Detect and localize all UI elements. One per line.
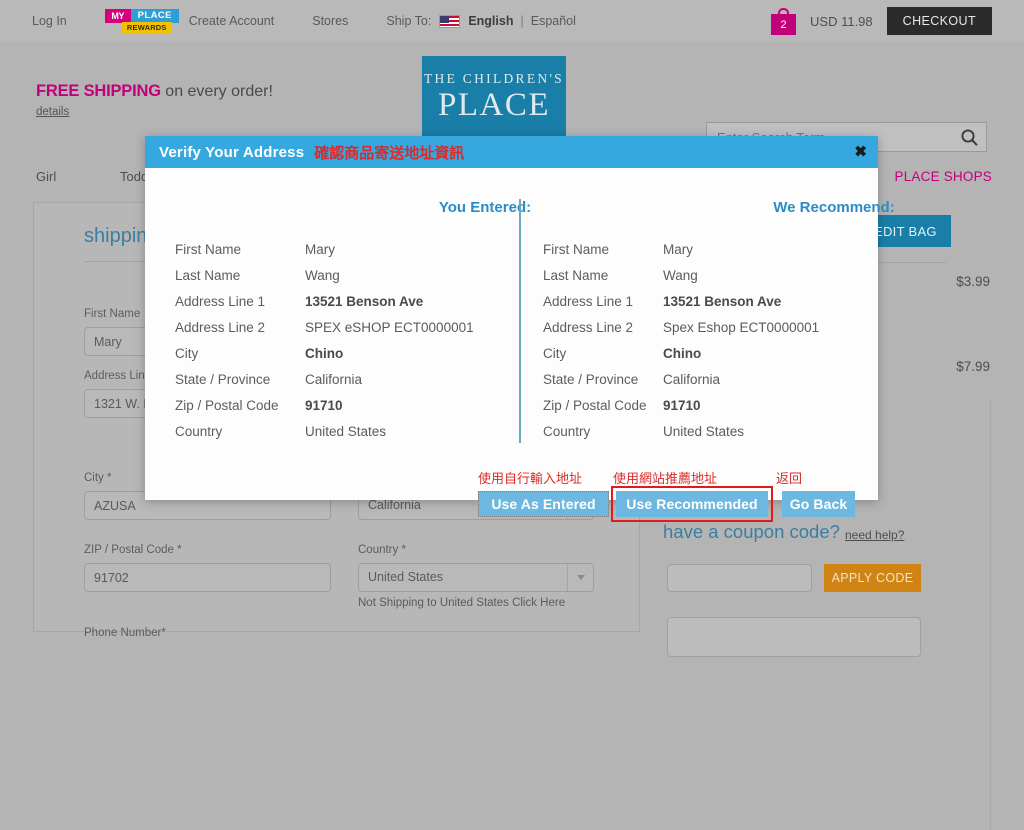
address-label-entered-1: Last Name <box>175 268 241 283</box>
modal-header: Verify Your Address 確認商品寄送地址資訊 ✖ <box>145 136 878 168</box>
address-value-recommended-0: Mary <box>663 242 693 257</box>
address-label-recommended-3: Address Line 2 <box>543 320 634 335</box>
address-value-recommended-3: Spex Eshop ECT0000001 <box>663 320 820 335</box>
coupon-title: have a coupon code? <box>663 521 840 542</box>
annotation-use-as-entered: 使用自行輸入地址 <box>478 471 583 486</box>
nav-item-place-shops[interactable]: PLACE SHOPS <box>895 169 993 184</box>
rail-divider-line <box>868 262 946 263</box>
address-value-recommended-1: Wang <box>663 268 698 283</box>
go-back-button[interactable]: Go Back <box>782 491 855 517</box>
city-label: City * <box>84 472 112 484</box>
address-label-entered-5: State / Province <box>175 372 271 387</box>
details-link[interactable]: details <box>36 106 69 118</box>
bag-item-count: 2 <box>780 18 787 31</box>
site-logo[interactable]: THE CHILDREN'S PLACE <box>422 56 566 136</box>
address-label-entered-3: Address Line 2 <box>175 320 266 335</box>
rewards-logo-my: MY <box>104 8 131 23</box>
free-shipping-rest: on every order! <box>160 83 273 100</box>
address-label-recommended-1: Last Name <box>543 268 609 283</box>
first-name-label: First Name <box>84 308 141 320</box>
modal-title-chinese: 確認商品寄送地址資訊 <box>314 144 465 162</box>
annotation-go-back: 返回 <box>776 471 803 486</box>
use-as-entered-button[interactable]: Use As Entered <box>478 491 609 517</box>
zip-label: ZIP / Postal Code * <box>84 544 182 556</box>
address-value-entered-6: 91710 <box>305 398 343 413</box>
address-value-entered-2: 13521 Benson Ave <box>305 294 424 309</box>
language-english[interactable]: English <box>468 14 513 28</box>
stores-link[interactable]: Stores <box>312 14 348 28</box>
address-label-entered-0: First Name <box>175 242 242 257</box>
my-place-rewards-logo[interactable]: MY PLACE REWARDS <box>104 8 179 34</box>
shopping-bag-icon[interactable]: 2 <box>771 7 797 35</box>
address-label-recommended-0: First Name <box>543 242 610 257</box>
magnifier-icon[interactable] <box>952 123 986 151</box>
address-value-entered-1: Wang <box>305 268 340 283</box>
address-label-entered-7: Country <box>175 424 223 439</box>
logo-line-2: PLACE <box>437 86 550 123</box>
address-line-1-label: Address Lin <box>84 370 145 382</box>
close-icon[interactable]: ✖ <box>854 145 867 160</box>
address-value-entered-4: Chino <box>305 346 344 361</box>
nav-item-girl[interactable]: Girl <box>36 169 56 184</box>
address-value-entered-0: Mary <box>305 242 335 257</box>
checkout-button[interactable]: CHECKOUT <box>886 7 992 35</box>
address-value-recommended-6: 91710 <box>663 398 701 413</box>
address-value-recommended-2: 13521 Benson Ave <box>663 294 782 309</box>
not-shipping-note[interactable]: Not Shipping to United States Click Here <box>358 597 565 609</box>
address-label-entered-2: Address Line 1 <box>175 294 266 309</box>
chevron-down-icon[interactable] <box>567 564 593 591</box>
nav-item-toddler[interactable]: Todd <box>120 169 148 184</box>
address-label-recommended-7: Country <box>543 424 591 439</box>
logo-line-1: THE CHILDREN'S <box>423 70 564 86</box>
address-label-recommended-6: Zip / Postal Code <box>543 398 647 413</box>
country-select-value: United States <box>368 570 444 584</box>
modal-title: Verify Your Address <box>159 143 305 161</box>
address-label-recommended-4: City <box>543 346 567 361</box>
rewards-logo-rewards: REWARDS <box>121 21 172 33</box>
address-label-recommended-2: Address Line 1 <box>543 294 634 309</box>
cart-total: USD 11.98 <box>810 13 873 29</box>
zip-input[interactable] <box>84 563 331 592</box>
we-recommend-heading: We Recommend: <box>773 199 895 216</box>
create-account-link[interactable]: Create Account <box>189 14 274 28</box>
address-value-entered-7: United States <box>305 424 387 439</box>
ship-to-label: Ship To: <box>386 14 432 28</box>
us-flag-icon[interactable] <box>439 14 461 28</box>
address-value-entered-5: California <box>305 372 363 387</box>
address-label-entered-6: Zip / Postal Code <box>175 398 279 413</box>
address-value-recommended-7: United States <box>663 424 745 439</box>
address-value-recommended-4: Chino <box>663 346 702 361</box>
address-value-recommended-5: California <box>663 372 721 387</box>
login-link[interactable]: Log In <box>32 14 67 28</box>
utility-bar: Log In MY PLACE REWARDS Create Account S… <box>0 0 1024 42</box>
modal-body: You Entered: We Recommend: First Name Mar… <box>145 168 895 522</box>
coupon-code-input[interactable] <box>667 564 812 592</box>
phone-label: Phone Number* <box>84 627 166 639</box>
gift-card-box[interactable] <box>667 617 921 657</box>
language-espanol[interactable]: Español <box>531 14 576 28</box>
address-value-entered-3: SPEX eSHOP ECT0000001 <box>305 320 474 335</box>
rewards-logo-place: PLACE <box>130 8 179 23</box>
price-item-2: $7.99 <box>956 359 990 374</box>
address-label-recommended-5: State / Province <box>543 372 639 387</box>
column-divider <box>519 199 521 443</box>
free-shipping-bold: FREE SHIPPING <box>36 82 161 100</box>
apply-code-button[interactable]: APPLY CODE <box>824 564 921 592</box>
free-shipping-banner: FREE SHIPPING on every order! <box>36 82 273 101</box>
price-item-1: $3.99 <box>956 274 990 289</box>
use-recommended-highlight <box>611 486 773 522</box>
verify-address-modal: Verify Your Address 確認商品寄送地址資訊 ✖ You Ent… <box>145 136 895 522</box>
rail-divider <box>990 398 991 830</box>
need-help-link[interactable]: need help? <box>845 528 904 542</box>
annotation-use-recommended: 使用網站推薦地址 <box>613 471 718 486</box>
address-label-entered-4: City <box>175 346 199 361</box>
edit-bag-button[interactable]: EDIT BAG <box>866 215 951 247</box>
you-entered-heading: You Entered: <box>438 199 532 216</box>
country-label: Country * <box>358 544 406 556</box>
country-select[interactable]: United States <box>358 563 594 592</box>
language-separator: | <box>520 14 524 28</box>
